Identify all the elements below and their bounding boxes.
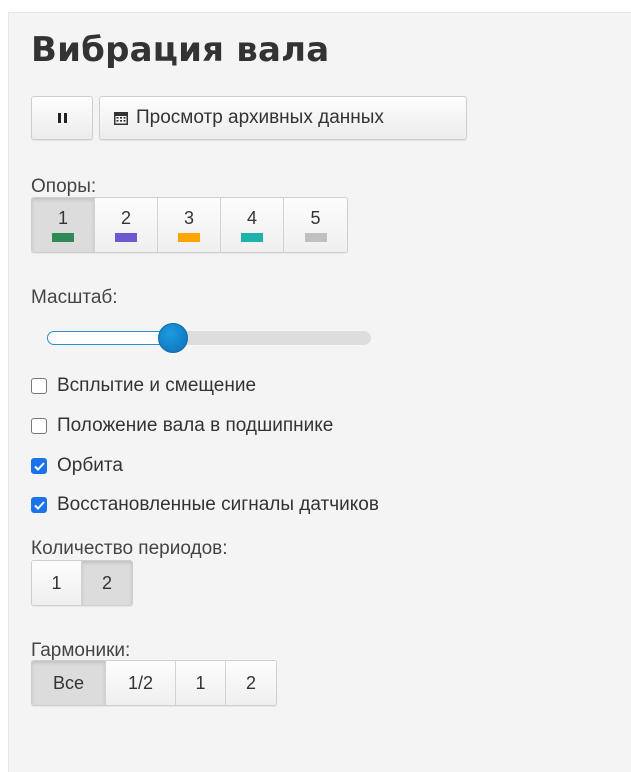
pause-icon [57, 113, 67, 123]
support-button-2[interactable]: 2 [95, 198, 158, 252]
pause-button[interactable] [31, 96, 93, 140]
harmonics-label: Гармоники: [31, 640, 131, 661]
supports-selector: 1 2 3 4 5 [31, 197, 348, 253]
option-checkbox[interactable] [31, 418, 47, 434]
option-row[interactable]: Орбита [31, 455, 123, 477]
checkmark-icon [33, 500, 45, 510]
option-label: Всплытие и смещение [57, 375, 257, 396]
period-button-2[interactable]: 2 [82, 561, 132, 605]
support-button-4[interactable]: 4 [221, 198, 284, 252]
scale-slider[interactable] [47, 323, 371, 353]
option-label: Восстановленные сигналы датчиков [57, 494, 379, 515]
scale-label: Масштаб: [31, 287, 118, 308]
support-color-swatch [52, 233, 74, 242]
harmonic-button-1-2[interactable]: 1/2 [106, 661, 176, 705]
harmonic-button-2[interactable]: 2 [226, 661, 276, 705]
support-button-5[interactable]: 5 [284, 198, 347, 252]
scale-slider-fill [47, 331, 174, 345]
harmonic-button-1[interactable]: 1 [176, 661, 226, 705]
archive-view-button[interactable]: Просмотр архивных данных [99, 96, 467, 140]
calendar-icon [114, 111, 128, 125]
support-button-label: 3 [183, 208, 194, 228]
option-checkbox[interactable] [31, 497, 47, 513]
support-button-label: 4 [246, 208, 257, 228]
period-button-1[interactable]: 1 [32, 561, 82, 605]
harmonics-selector: Все 1/2 1 2 [31, 660, 277, 706]
harmonic-button-all[interactable]: Все [32, 661, 106, 705]
support-button-label: 2 [120, 208, 131, 228]
option-row[interactable]: Восстановленные сигналы датчиков [31, 494, 379, 516]
option-row[interactable]: Положение вала в подшипнике [31, 415, 333, 437]
support-button-1[interactable]: 1 [32, 198, 95, 252]
page-title: Вибрация вала [31, 30, 330, 70]
support-color-swatch [241, 233, 263, 242]
option-checkbox[interactable] [31, 458, 47, 474]
support-color-swatch [304, 233, 327, 242]
supports-label: Опоры: [31, 176, 97, 197]
option-label: Орбита [57, 455, 123, 476]
support-button-3[interactable]: 3 [158, 198, 221, 252]
periods-selector: 12 [31, 560, 133, 606]
support-button-label: 1 [57, 208, 68, 228]
option-row[interactable]: Всплытие и смещение [31, 375, 256, 397]
support-color-swatch [115, 233, 137, 242]
support-color-swatch [178, 233, 200, 242]
archive-view-label: Просмотр архивных данных [136, 107, 384, 128]
support-button-label: 5 [310, 208, 321, 228]
option-checkbox[interactable] [31, 378, 47, 394]
periods-label: Количество периодов: [31, 538, 228, 559]
checkmark-icon [33, 461, 45, 471]
option-label: Положение вала в подшипнике [57, 415, 334, 436]
